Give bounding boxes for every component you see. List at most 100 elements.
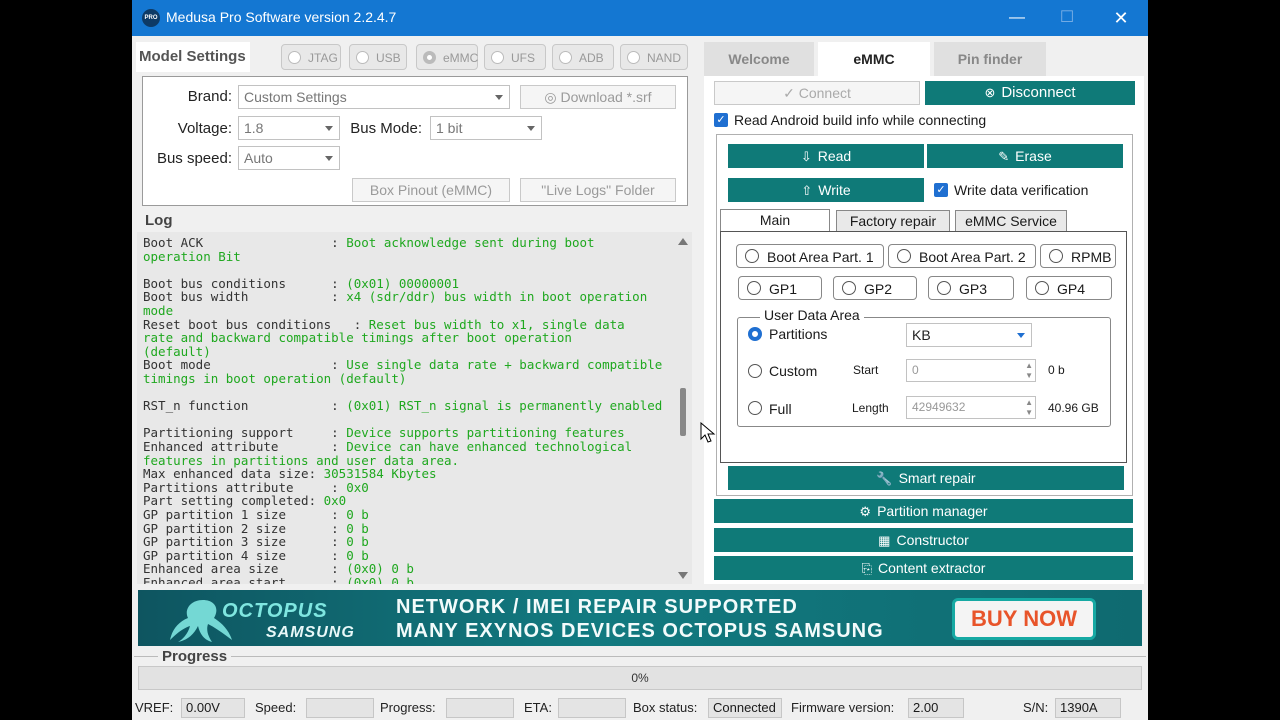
radio-icon <box>747 281 761 295</box>
write-button[interactable]: ⇧ Write <box>728 178 924 202</box>
radio-icon <box>1035 281 1049 295</box>
radio-icon <box>559 51 572 64</box>
connect-button[interactable]: ✓ Connect <box>714 81 920 105</box>
log-line: Enhanced attribute : Device can have enh… <box>143 440 632 454</box>
log-line: mode <box>143 304 173 318</box>
smart-repair-button[interactable]: 🔧 Smart repair <box>728 466 1124 490</box>
spinner-icon[interactable]: ▲ ▼ <box>1025 398 1033 418</box>
area-boot-part-2[interactable]: Boot Area Part. 2 <box>888 244 1036 268</box>
custom-radio[interactable] <box>748 364 762 378</box>
firmware-label: Firmware version: <box>791 700 895 715</box>
read-android-checkbox[interactable]: ✓ <box>714 113 728 127</box>
area-label: Boot Area Part. 1 <box>767 249 874 265</box>
tab-emmc[interactable]: eMMC <box>818 42 930 76</box>
bus-mode-select[interactable]: 1 bit <box>430 116 542 140</box>
start-input[interactable]: 0 ▲ ▼ <box>906 359 1036 382</box>
interface-tab-ufs[interactable]: UFS <box>484 44 546 70</box>
interface-tab-usb[interactable]: USB <box>349 44 407 70</box>
content-extractor-button[interactable]: ⎘ Content extractor <box>714 556 1133 580</box>
full-radio[interactable] <box>748 401 762 415</box>
log-value: (0x0) 0 b <box>346 575 414 584</box>
spinner-icon[interactable]: ▲ ▼ <box>1025 361 1033 381</box>
partition-manager-button[interactable]: ⚙ Partition manager <box>714 499 1133 523</box>
constructor-label: Constructor <box>896 532 969 548</box>
scroll-thumb[interactable] <box>680 388 686 436</box>
maximize-button[interactable]: ☐ <box>1044 0 1090 36</box>
promo-banner[interactable]: OCTOPUS SAMSUNG NETWORK / IMEI REPAIR SU… <box>138 590 1142 646</box>
length-label: Length <box>852 401 889 415</box>
log-scrollbar[interactable] <box>676 236 690 582</box>
wrench-icon: 🔧 <box>876 471 893 486</box>
log-value: operation Bit <box>143 248 241 264</box>
unit-value: KB <box>912 327 931 343</box>
log-output[interactable]: Boot ACK : Boot acknowledge sent during … <box>137 232 692 584</box>
progress-title: Progress <box>158 648 232 665</box>
subtab-factory-repair[interactable]: Factory repair <box>836 210 950 232</box>
subtab-main[interactable]: Main <box>720 209 830 232</box>
subtab-emmc-service[interactable]: eMMC Service <box>955 210 1067 232</box>
bus-speed-select[interactable]: Auto <box>238 146 340 170</box>
length-input[interactable]: 42949632 ▲ ▼ <box>906 396 1036 419</box>
radio-icon <box>1049 249 1063 263</box>
log-line: Boot bus conditions : (0x01) 00000001 <box>143 276 459 291</box>
erase-button[interactable]: ✎ Erase <box>927 144 1123 168</box>
box-pinout-button[interactable]: Box Pinout (eMMC) <box>352 178 510 202</box>
interface-tab-jtag[interactable]: JTAG <box>281 44 341 70</box>
read-android-label: Read Android build info while connecting <box>734 112 987 128</box>
area-gp2[interactable]: GP2 <box>833 276 917 300</box>
area-label: GP4 <box>1057 281 1086 297</box>
speed-value <box>306 698 374 718</box>
voltage-value: 1.8 <box>244 120 264 136</box>
partitions-radio[interactable] <box>748 327 762 341</box>
write-verification-checkbox[interactable]: ✓ <box>934 183 948 197</box>
partitions-label: Partitions <box>769 326 828 342</box>
radio-icon <box>288 51 301 64</box>
partition-icon: ⚙ <box>859 504 872 519</box>
brand-select[interactable]: Custom Settings <box>238 85 510 109</box>
area-boot-part-1[interactable]: Boot Area Part. 1 <box>736 244 884 268</box>
banner-headline-2: MANY EXYNOS DEVICES OCTOPUS SAMSUNG <box>396 620 884 642</box>
area-gp1[interactable]: GP1 <box>738 276 822 300</box>
interface-tab-emmc[interactable]: eMMC <box>416 44 478 70</box>
model-settings-tab[interactable]: Model Settings <box>136 42 250 72</box>
model-settings-title: Model Settings <box>139 48 246 65</box>
constructor-button[interactable]: ▦ Constructor <box>714 528 1133 552</box>
log-value: 0x0 <box>346 479 369 495</box>
log-title: Log <box>145 212 173 229</box>
tab-pin-finder[interactable]: Pin finder <box>934 42 1046 76</box>
interface-tab-nand[interactable]: NAND <box>620 44 688 70</box>
close-button[interactable]: ✕ <box>1098 0 1144 36</box>
download-srf-label: Download *.srf <box>560 89 652 105</box>
live-logs-folder-button[interactable]: "Live Logs" Folder <box>520 178 676 202</box>
check-circle-icon: ✓ <box>783 85 799 101</box>
minimize-button[interactable]: — <box>994 0 1040 36</box>
tab-welcome[interactable]: Welcome <box>704 42 814 76</box>
unit-select[interactable]: KB <box>906 323 1032 347</box>
scroll-down-icon[interactable] <box>678 572 688 579</box>
chevron-down-icon <box>1017 333 1025 338</box>
area-rpmb[interactable]: RPMB <box>1040 244 1116 268</box>
area-gp4[interactable]: GP4 <box>1026 276 1112 300</box>
download-icon: ◎ <box>544 89 561 105</box>
user-data-area-label: User Data Area <box>760 307 864 323</box>
interface-tab-adb[interactable]: ADB <box>552 44 614 70</box>
area-label: GP1 <box>769 281 798 297</box>
download-srf-button[interactable]: ◎ Download *.srf <box>520 85 676 109</box>
vref-value: 0.00V <box>181 698 245 718</box>
log-line: RST_n function : (0x01) RST_n signal is … <box>143 399 662 413</box>
custom-label: Custom <box>769 363 818 379</box>
buy-now-button[interactable]: BUY NOW <box>952 598 1096 640</box>
voltage-label: Voltage: <box>177 120 232 137</box>
log-line: GP partition 3 size : 0 b <box>143 535 369 549</box>
log-value: timings in boot operation (default) <box>143 371 407 386</box>
chevron-down-icon <box>325 156 333 161</box>
log-value: x4 (sdr/ddr) bus width in boot operation <box>346 289 648 305</box>
disconnect-button[interactable]: ⊗ Disconnect <box>925 81 1135 105</box>
scroll-up-icon[interactable] <box>678 238 688 245</box>
bus-speed-label: Bus speed: <box>156 150 232 167</box>
banner-brand-top: OCTOPUS <box>222 600 328 622</box>
read-button[interactable]: ⇩ Read <box>728 144 924 168</box>
area-gp3[interactable]: GP3 <box>928 276 1014 300</box>
voltage-select[interactable]: 1.8 <box>238 116 340 140</box>
app-logo-icon: PRO <box>142 9 160 27</box>
